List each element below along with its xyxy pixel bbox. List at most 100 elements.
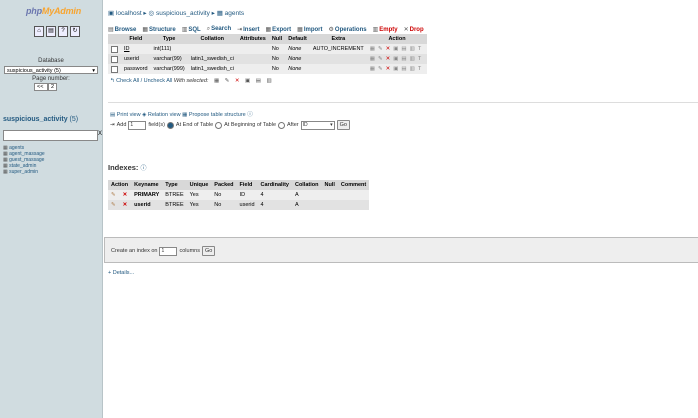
field-default: None bbox=[285, 64, 310, 74]
fulltext-icon[interactable]: T bbox=[418, 56, 424, 62]
fulltext-icon[interactable]: T bbox=[418, 46, 424, 52]
tab-browse[interactable]: ▤Browse bbox=[108, 26, 136, 33]
page-prev-link[interactable]: << bbox=[34, 83, 48, 91]
field-collation bbox=[187, 44, 237, 54]
database-select[interactable]: suspicious_activity (5) ▾ bbox=[4, 66, 98, 74]
check-all-link[interactable]: Check All / Uncheck All bbox=[116, 78, 172, 84]
index-null bbox=[321, 190, 338, 200]
unique-icon[interactable]: ▤ bbox=[401, 66, 409, 72]
index-comment bbox=[337, 200, 370, 210]
delete-icon[interactable]: ✕ bbox=[119, 200, 132, 210]
browse-distinct-icon[interactable]: ▦ bbox=[370, 66, 378, 72]
tab-search[interactable]: ⌕Search bbox=[207, 26, 231, 33]
edit-icon[interactable]: ✎ bbox=[378, 46, 386, 52]
search-icon: ⌕ bbox=[206, 26, 211, 32]
relation-icon: ◈ bbox=[142, 112, 147, 118]
create-index-go-button[interactable]: Go bbox=[201, 246, 216, 256]
tab-import[interactable]: ▦Import bbox=[297, 26, 322, 33]
sidebar-db-title[interactable]: suspicious_activity (5) bbox=[3, 116, 78, 123]
column-header bbox=[108, 34, 121, 44]
create-index-form: Create an index on 1 columns Go bbox=[111, 246, 216, 256]
edit-selected-icon[interactable]: ✎ bbox=[225, 78, 230, 84]
breadcrumb-database[interactable]: suspicious_activity bbox=[156, 10, 210, 17]
propose-structure-link[interactable]: Propose table structure bbox=[189, 112, 246, 118]
row-checkbox[interactable] bbox=[111, 45, 118, 53]
drop-icon: ✕ bbox=[403, 27, 409, 33]
details-link[interactable]: + Details... bbox=[108, 270, 134, 276]
tab-insert[interactable]: ⇥Insert bbox=[237, 26, 259, 33]
phpmyadmin-logo[interactable]: phpMyAdmin bbox=[26, 6, 81, 16]
primary-selected-icon[interactable]: ▣ bbox=[245, 78, 250, 84]
index-icon[interactable]: ▥ bbox=[410, 46, 418, 52]
field-type: varchar(999) bbox=[150, 64, 188, 74]
column-header: Attributes bbox=[236, 34, 269, 44]
browse-selected-icon[interactable]: ▦ bbox=[214, 78, 219, 84]
field-extra: AUTO_INCREMENT bbox=[309, 44, 367, 54]
index-icon[interactable]: ▥ bbox=[410, 66, 418, 72]
field-null: No bbox=[268, 44, 286, 54]
table-row: ✎ ✕ userid BTREE Yes No userid 4 A bbox=[108, 200, 370, 210]
edit-icon[interactable]: ✎ bbox=[378, 56, 386, 62]
docs-icon[interactable]: ? bbox=[58, 26, 68, 37]
browse-distinct-icon[interactable]: ▦ bbox=[370, 46, 378, 52]
tab-structure[interactable]: ▦Structure bbox=[142, 26, 175, 33]
table-row: userid varchar(99) latin1_swedish_ci No … bbox=[108, 54, 428, 64]
table-row: ID int(111) No None AUTO_INCREMENT ▦✎✕▣▤… bbox=[108, 44, 428, 54]
relation-view-link[interactable]: Relation view bbox=[148, 112, 181, 118]
unique-selected-icon[interactable]: ▤ bbox=[256, 78, 261, 84]
page-number-select[interactable]: << 2 bbox=[34, 83, 58, 91]
tab-export[interactable]: ▦Export bbox=[265, 26, 291, 33]
browse-distinct-icon[interactable]: ▦ bbox=[370, 56, 378, 62]
table-row: ✎ ✕ PRIMARY BTREE Yes No ID 4 A bbox=[108, 190, 370, 200]
fulltext-icon[interactable]: T bbox=[418, 66, 424, 72]
home-icon[interactable]: ⌂ bbox=[34, 26, 44, 37]
unique-icon[interactable]: ▤ bbox=[401, 46, 409, 52]
after-label: After bbox=[287, 122, 299, 128]
structure-icon: ▦ bbox=[142, 27, 149, 33]
add-field-go-button[interactable]: Go bbox=[336, 120, 350, 130]
column-header: Default bbox=[285, 34, 310, 44]
column-header: Unique bbox=[186, 180, 212, 190]
field-name[interactable]: password bbox=[121, 64, 151, 74]
edit-icon[interactable]: ✎ bbox=[108, 190, 120, 200]
field-name[interactable]: userid bbox=[121, 54, 151, 64]
print-view-link[interactable]: Print view bbox=[117, 112, 141, 118]
tab-operations[interactable]: ⚙Operations bbox=[329, 26, 367, 33]
delete-icon[interactable]: ✕ bbox=[119, 190, 132, 200]
sql-query-icon[interactable]: ▤ bbox=[46, 26, 56, 37]
index-comment bbox=[337, 190, 370, 200]
breadcrumb-table[interactable]: agents bbox=[225, 10, 245, 17]
breadcrumb-server[interactable]: localhost bbox=[116, 10, 142, 17]
index-type: BTREE bbox=[162, 200, 187, 210]
tab-sql[interactable]: ▥SQL bbox=[182, 26, 201, 33]
tab-drop[interactable]: ✕Drop bbox=[404, 26, 424, 33]
tab-empty[interactable]: ▥Empty bbox=[373, 26, 398, 33]
field-type: int(111) bbox=[150, 44, 188, 54]
add-field-count-input[interactable]: 1 bbox=[128, 120, 147, 130]
clear-filter-icon[interactable]: X bbox=[98, 131, 102, 137]
help-icon[interactable]: ⓘ bbox=[247, 112, 253, 118]
delete-selected-icon[interactable]: ✕ bbox=[235, 78, 240, 84]
edit-icon[interactable]: ✎ bbox=[108, 200, 120, 210]
edit-icon[interactable]: ✎ bbox=[378, 66, 386, 72]
end-of-table-radio[interactable] bbox=[166, 121, 174, 129]
reload-icon[interactable]: ↻ bbox=[70, 26, 80, 37]
index-icon[interactable]: ▥ bbox=[410, 56, 418, 62]
index-columns-input[interactable]: 1 bbox=[159, 246, 178, 256]
beginning-of-table-label: At Beginning of Table bbox=[224, 122, 277, 128]
index-selected-icon[interactable]: ▥ bbox=[266, 78, 271, 84]
table-filter-input[interactable] bbox=[3, 130, 98, 141]
help-icon[interactable]: ⓘ bbox=[141, 166, 147, 172]
page-number-dropdown[interactable]: 2 bbox=[47, 83, 58, 91]
row-checkbox[interactable] bbox=[111, 65, 118, 73]
unique-icon[interactable]: ▤ bbox=[401, 56, 409, 62]
index-cardinality: 4 bbox=[257, 190, 292, 200]
row-checkbox[interactable] bbox=[111, 55, 118, 63]
sidebar-item-table[interactable]: super_admin bbox=[3, 169, 45, 175]
after-field-select[interactable]: ID ▾ bbox=[300, 120, 335, 130]
field-name[interactable]: ID bbox=[121, 44, 151, 54]
insert-icon: ⇥ bbox=[237, 27, 243, 33]
beginning-of-table-radio[interactable] bbox=[215, 121, 223, 129]
field-attributes bbox=[236, 44, 269, 54]
after-radio[interactable] bbox=[278, 121, 286, 129]
